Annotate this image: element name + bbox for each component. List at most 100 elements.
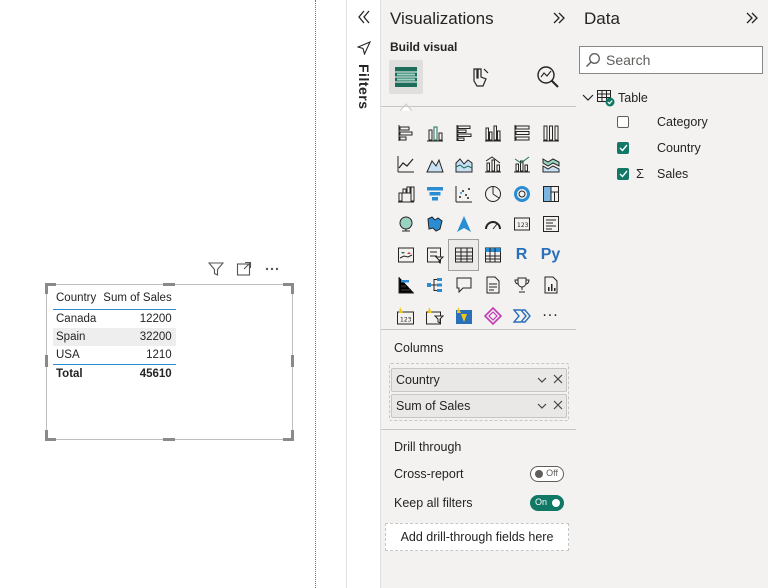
field-checkbox[interactable] <box>617 167 629 180</box>
clustered-column-chart-icon[interactable] <box>478 118 507 148</box>
card-new-icon[interactable]: 123 <box>391 300 420 330</box>
paginated-report-icon[interactable] <box>536 270 565 300</box>
build-visual-tab[interactable] <box>389 60 423 94</box>
cross-report-row: Cross-report Off <box>394 464 564 484</box>
filled-map-icon[interactable] <box>420 209 449 239</box>
table-row[interactable]: Canada 12200 <box>53 310 176 329</box>
azure-map-icon[interactable] <box>449 209 478 239</box>
power-automate-flow-icon[interactable] <box>507 300 536 330</box>
area-chart-icon[interactable] <box>420 148 449 178</box>
map-icon[interactable] <box>391 209 420 239</box>
filters-pane-collapsed[interactable]: Filters <box>346 0 381 588</box>
stacked-column-chart-icon[interactable] <box>420 118 449 148</box>
resize-handle[interactable] <box>45 430 56 441</box>
r-label: R <box>515 245 528 263</box>
field-row-category[interactable]: Category <box>617 115 708 129</box>
table-row[interactable]: Spain 32200 <box>53 328 176 346</box>
multi-row-card-icon[interactable] <box>536 209 565 239</box>
kpi-icon[interactable] <box>391 240 420 270</box>
clustered-bar-chart-icon[interactable] <box>449 118 478 148</box>
slicer-new-icon[interactable] <box>420 300 449 330</box>
table-node[interactable]: Table <box>582 89 648 107</box>
power-apps-icon[interactable] <box>449 300 478 330</box>
ribbon-chart-icon[interactable] <box>536 148 565 178</box>
stacked-area-chart-icon[interactable] <box>449 148 478 178</box>
column-header-sales[interactable]: Sum of Sales <box>100 289 176 310</box>
funnel-chart-icon[interactable] <box>420 179 449 209</box>
focus-mode-icon[interactable] <box>236 261 252 281</box>
column-header-country[interactable]: Country <box>53 289 101 310</box>
visual-header-toolbar <box>207 261 280 281</box>
gauge-icon[interactable] <box>478 209 507 239</box>
matrix-icon[interactable] <box>478 240 507 270</box>
collapse-visualizations-icon[interactable] <box>551 10 567 30</box>
chevron-down-icon[interactable] <box>534 399 550 413</box>
table-row[interactable]: USA 1210 <box>53 346 176 365</box>
analytics-tab[interactable] <box>531 60 565 94</box>
field-pill-label: Sum of Sales <box>396 399 471 413</box>
python-visual-icon[interactable]: Py <box>536 240 565 270</box>
resize-handle[interactable] <box>163 283 175 286</box>
close-icon[interactable] <box>550 399 566 413</box>
svg-text:123: 123 <box>517 222 529 229</box>
donut-chart-icon[interactable] <box>507 179 536 209</box>
resize-handle[interactable] <box>283 430 294 441</box>
power-automate-icon[interactable] <box>478 300 507 330</box>
divider <box>381 329 576 330</box>
keep-all-filters-label: Keep all filters <box>394 496 473 510</box>
search-input[interactable]: Search <box>579 46 763 74</box>
resize-handle[interactable] <box>291 355 294 367</box>
scatter-chart-icon[interactable] <box>449 179 478 209</box>
field-row-country[interactable]: Country <box>617 141 701 155</box>
r-script-visual-icon[interactable]: R <box>507 240 536 270</box>
qa-visual-icon[interactable] <box>449 270 478 300</box>
chevron-down-icon[interactable] <box>582 94 596 102</box>
filters-title[interactable]: Filters <box>356 64 372 110</box>
100-stacked-bar-chart-icon[interactable] <box>507 118 536 148</box>
stacked-bar-chart-icon[interactable] <box>391 118 420 148</box>
format-visual-tab[interactable] <box>463 60 497 94</box>
field-pill-country[interactable]: Country <box>391 368 567 392</box>
resize-handle[interactable] <box>163 438 175 441</box>
field-name: Country <box>657 141 701 155</box>
visualizations-title: Visualizations <box>390 9 494 28</box>
treemap-icon[interactable] <box>536 179 565 209</box>
line-and-stacked-column-chart-icon[interactable] <box>478 148 507 178</box>
field-checkbox[interactable] <box>617 116 629 128</box>
data-title: Data <box>584 9 620 28</box>
close-icon[interactable] <box>550 373 566 387</box>
active-tab-indicator <box>399 96 413 112</box>
chevron-down-icon[interactable] <box>534 373 550 387</box>
card-icon[interactable]: 123 <box>507 209 536 239</box>
table-icon[interactable] <box>448 238 479 271</box>
total-sales: 45610 <box>100 364 176 383</box>
table-visual[interactable]: Country Sum of Sales Canada 12200 Spain … <box>45 283 294 441</box>
drill-through-drop-zone[interactable]: Add drill-through fields here <box>385 523 569 551</box>
field-pill-sum-of-sales[interactable]: Sum of Sales <box>391 394 567 418</box>
metrics-icon[interactable] <box>507 270 536 300</box>
toggle-knob <box>535 470 543 478</box>
pie-chart-icon[interactable] <box>478 179 507 209</box>
keep-all-filters-toggle[interactable]: On <box>530 495 564 511</box>
expand-filters-icon[interactable] <box>356 8 372 30</box>
resize-handle[interactable] <box>283 283 294 294</box>
100-stacked-column-chart-icon[interactable] <box>536 118 565 148</box>
slicer-icon[interactable] <box>420 240 449 270</box>
decomposition-tree-icon[interactable] <box>420 270 449 300</box>
collapse-data-pane-icon[interactable] <box>744 10 760 30</box>
more-visuals-icon[interactable]: ··· <box>536 300 565 330</box>
line-chart-icon[interactable] <box>391 148 420 178</box>
field-name: Sales <box>657 166 689 181</box>
resize-handle[interactable] <box>45 355 48 367</box>
filter-icon[interactable] <box>207 261 225 281</box>
cross-report-toggle[interactable]: Off <box>530 466 564 482</box>
smart-narrative-icon[interactable] <box>478 270 507 300</box>
field-row-sales[interactable]: Σ Sales <box>617 166 688 181</box>
svg-text:123: 123 <box>400 316 412 323</box>
line-and-clustered-column-chart-icon[interactable] <box>507 148 536 178</box>
waterfall-chart-icon[interactable] <box>391 179 420 209</box>
more-options-icon[interactable] <box>264 261 280 281</box>
field-checkbox[interactable] <box>617 142 629 154</box>
data-pane: Data Search Table Category Country Σ Sal… <box>576 0 768 588</box>
key-influencers-icon[interactable] <box>391 270 420 300</box>
